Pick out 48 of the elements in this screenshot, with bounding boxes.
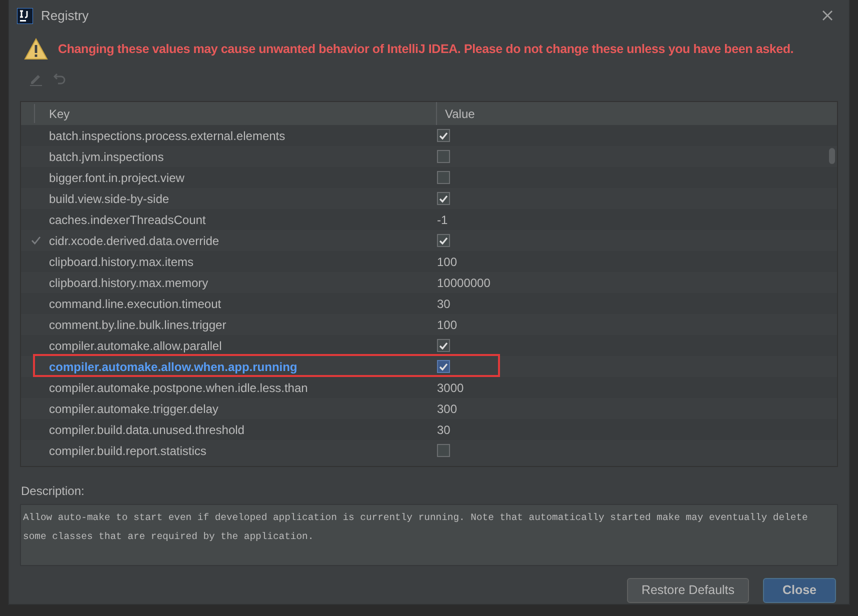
value-cell[interactable]: 30 (437, 420, 450, 438)
description-label: Description: (21, 483, 86, 500)
close-button[interactable]: Close (763, 578, 836, 603)
key-cell[interactable]: batch.jvm.inspections (49, 148, 437, 166)
checkbox[interactable] (437, 339, 450, 352)
checkmark-icon (439, 342, 448, 350)
close-icon (822, 10, 832, 21)
value-cell[interactable]: 10000000 (437, 274, 490, 292)
value-cell[interactable]: 3000 (437, 378, 464, 396)
value-cell[interactable]: 100 (437, 316, 458, 334)
key-cell[interactable]: compiler.build.report.statistics (49, 442, 437, 460)
key-cell[interactable]: compiler.automake.trigger.delay (49, 400, 437, 418)
value-cell[interactable]: 30 (437, 294, 450, 312)
checkbox[interactable] (437, 192, 450, 205)
checkmark-icon (439, 194, 448, 202)
key-cell[interactable]: build.view.side-by-side (49, 190, 437, 208)
checkmark-icon (439, 236, 448, 244)
scrollbar-thumb[interactable] (829, 148, 835, 164)
key-cell[interactable]: compiler.automake.allow.when.app.running (49, 358, 437, 376)
key-cell[interactable]: compiler.build.data.unused.threshold (49, 420, 437, 438)
app-logo-icon (17, 8, 33, 24)
key-cell[interactable]: clipboard.history.max.memory (49, 274, 437, 292)
checkbox[interactable] (437, 171, 450, 184)
key-cell[interactable]: command.line.execution.timeout (49, 294, 437, 312)
checkmark-icon (439, 362, 448, 370)
checkbox[interactable] (437, 360, 450, 373)
key-cell[interactable]: caches.indexerThreadsCount (49, 210, 437, 228)
column-header[interactable]: Value (437, 102, 837, 125)
checkbox[interactable] (437, 129, 450, 142)
checkbox[interactable] (437, 444, 450, 457)
warning-icon (24, 38, 48, 60)
checkbox[interactable] (437, 234, 450, 247)
key-cell[interactable]: clipboard.history.max.items (49, 252, 437, 270)
key-cell[interactable]: batch.inspections.process.external.elements (49, 126, 437, 144)
warning-message: Changing these values may cause unwanted behavior of IntelliJ IDEA. Please do not change these unless you have been asked. (58, 40, 794, 58)
key-cell[interactable]: bigger.font.in.project.view (49, 168, 437, 186)
description-text: Allow auto-make to start even if developed application is currently running. Note that automatically started make may eventually delete some classes that are required by the application. (23, 511, 809, 544)
key-cell[interactable]: cidr.xcode.derived.data.override (49, 232, 437, 250)
window-title: Registry (41, 6, 89, 25)
value-cell[interactable]: -1 (437, 210, 448, 228)
checkmark-icon (439, 132, 448, 140)
restore-defaults-button[interactable]: Restore Defaults (627, 578, 749, 603)
value-cell[interactable]: 300 (437, 400, 458, 418)
value-cell[interactable]: 100 (437, 252, 458, 270)
key-cell[interactable]: compiler.automake.postpone.when.idle.less.than (49, 378, 437, 396)
key-cell[interactable]: compiler.automake.allow.parallel (49, 336, 437, 354)
key-cell[interactable]: comment.by.line.bulk.lines.trigger (49, 316, 437, 334)
checkbox[interactable] (437, 150, 450, 163)
